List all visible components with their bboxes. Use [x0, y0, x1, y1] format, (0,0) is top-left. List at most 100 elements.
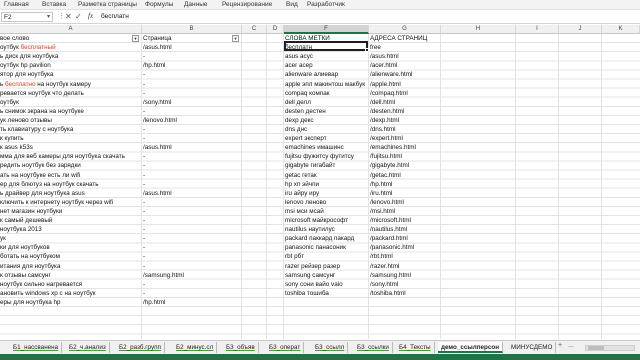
page-cell[interactable]: - — [143, 171, 240, 180]
page-address-cell[interactable]: /razer.html — [370, 262, 435, 271]
page-cell[interactable]: - — [143, 262, 240, 271]
keyword-cell[interactable]: ь бесплатно на ноутбук камеру — [0, 80, 140, 89]
header-page[interactable]: Страница — [143, 34, 240, 43]
tag-words-cell[interactable]: getac гетак — [285, 171, 367, 180]
page-address-cell[interactable]: /asus.html — [370, 52, 435, 61]
keyword-cell[interactable]: редить ноутбук без зарядки — [0, 161, 140, 170]
tag-words-cell[interactable]: lenovo леново — [285, 198, 367, 207]
page-cell[interactable]: - — [143, 280, 240, 289]
page-address-cell[interactable]: /samsung.html — [370, 271, 435, 280]
tag-words-cell[interactable]: gigabyte гигабайт — [285, 161, 367, 170]
page-address-cell[interactable]: free — [370, 43, 435, 52]
keyword-cell[interactable]: еры для ноутбука hp — [0, 298, 140, 307]
tag-words-cell[interactable]: hp хп эйчпи — [285, 180, 367, 189]
tag-words-cell[interactable]: desten дестен — [285, 107, 367, 116]
header-page-addresses[interactable]: АДРЕСА СТРАНИЦ — [370, 34, 435, 43]
page-address-cell[interactable]: /acer.html — [370, 61, 435, 70]
tag-words-cell[interactable]: nautilus наутилус — [285, 225, 367, 234]
page-address-cell[interactable]: /microsoft.html — [370, 216, 435, 225]
keyword-cell[interactable]: мма для веб камеры для ноутбука скачать — [0, 152, 140, 161]
column-header-h[interactable]: H — [441, 25, 516, 34]
tag-words-cell[interactable]: dell делл — [285, 98, 367, 107]
tag-words-cell[interactable]: razer рейзер разер — [285, 262, 367, 271]
horizontal-scrollbar[interactable] — [585, 345, 635, 351]
page-cell[interactable]: - — [143, 152, 240, 161]
keyword-cell[interactable]: ать на ноутбуке есть ли wifi — [0, 171, 140, 180]
tag-words-cell[interactable]: microsoft майкрософт — [285, 216, 367, 225]
column-header-j[interactable]: J — [559, 25, 602, 34]
keyword-cell[interactable]: ер для блютуз на ноутбук скачать — [0, 180, 140, 189]
tag-words-cell[interactable]: acer асер — [285, 61, 367, 70]
page-cell[interactable]: - — [143, 107, 240, 116]
page-cell[interactable]: - — [143, 89, 240, 98]
sheet-tab[interactable]: Б1_нассванена — [10, 342, 63, 353]
page-cell[interactable]: - — [143, 70, 240, 79]
tag-words-cell[interactable]: compaq компак — [285, 89, 367, 98]
page-address-cell[interactable]: /dexp.html — [370, 116, 435, 125]
page-address-cell[interactable]: /getac.html — [370, 171, 435, 180]
keyword-cell[interactable]: ноутбука 2013 — [0, 225, 140, 234]
add-sheet-icon[interactable]: + — [558, 342, 562, 349]
page-cell[interactable]: - — [143, 234, 240, 243]
tag-words-cell[interactable]: emachines имашинс — [285, 143, 367, 152]
keyword-cell[interactable]: ключить к интернету ноутбук через wifi — [0, 198, 140, 207]
filter-dropdown-icon[interactable]: ▾ — [132, 35, 139, 42]
tab-review[interactable]: Рецензирование — [222, 1, 272, 8]
page-cell[interactable]: - — [143, 180, 240, 189]
fill-handle[interactable] — [365, 48, 369, 52]
page-cell[interactable]: /samsung.html — [143, 271, 240, 280]
page-address-cell[interactable]: /sony.html — [370, 280, 435, 289]
page-cell[interactable]: /asus.html — [143, 43, 240, 52]
sheet-tab[interactable]: Б4_Тексты — [396, 342, 435, 353]
page-address-cell[interactable]: /apple.html — [370, 80, 435, 89]
tab-data[interactable]: Данные — [184, 1, 207, 8]
tag-words-cell[interactable]: panasonic панасоник — [285, 243, 367, 252]
tab-home[interactable]: Главная — [4, 1, 29, 8]
tag-words-cell[interactable]: dexp декс — [285, 116, 367, 125]
keyword-cell[interactable]: ук — [0, 234, 140, 243]
keyword-cell[interactable]: к купить — [0, 134, 140, 143]
column-header-k[interactable]: K — [602, 25, 640, 34]
column-header-f[interactable]: F — [284, 25, 369, 34]
page-address-cell[interactable]: /packard.html — [370, 234, 435, 243]
keyword-cell[interactable]: нет магазин ноутбуки — [0, 207, 140, 216]
filter-dropdown-icon[interactable]: ▾ — [232, 35, 239, 42]
keyword-cell[interactable]: к самый дешевый — [0, 216, 140, 225]
page-address-cell[interactable]: /lenovo.html — [370, 198, 435, 207]
page-cell[interactable]: /hp.html — [143, 298, 240, 307]
page-cell[interactable]: - — [143, 207, 240, 216]
keyword-cell[interactable]: ь диск для ноутбука — [0, 52, 140, 61]
cancel-icon[interactable]: ✕ — [65, 11, 72, 22]
keyword-cell[interactable]: к asus k53s — [0, 143, 140, 152]
page-address-cell[interactable]: /rbt.html — [370, 252, 435, 261]
column-header-g[interactable]: G — [369, 25, 441, 34]
insert-function-icon[interactable]: fx — [88, 12, 93, 20]
page-address-cell[interactable]: /hp.html — [370, 180, 435, 189]
sheet-tab[interactable]: Б3_операт — [266, 342, 305, 353]
keyword-cell[interactable]: ь драйвер для ноутбука asus — [0, 189, 140, 198]
scrollbar-thumb[interactable] — [588, 346, 604, 350]
page-cell[interactable]: - — [143, 216, 240, 225]
formula-input[interactable]: бесплатн — [101, 13, 129, 20]
tab-developer[interactable]: Разработчик — [307, 1, 345, 8]
column-header-a[interactable]: A — [0, 25, 142, 34]
tag-words-cell[interactable]: samsung самсунг — [285, 271, 367, 280]
page-cell[interactable]: /sony.html — [143, 98, 240, 107]
keyword-cell[interactable]: ть клавиатуру с ноутбука — [0, 125, 140, 134]
sheet-tab[interactable]: Б2_разб.групп — [116, 342, 165, 353]
page-address-cell[interactable]: /emachines.html — [370, 143, 435, 152]
keyword-cell[interactable]: ятор для ноутбука — [0, 70, 140, 79]
sheet-tab[interactable]: МИНУСДЕМО — [508, 342, 557, 353]
page-cell[interactable]: - — [143, 125, 240, 134]
page-address-cell[interactable]: /dns.html — [370, 125, 435, 134]
keyword-cell[interactable]: ревается ноутбук что делать — [0, 89, 140, 98]
keyword-cell[interactable]: оутбук бесплатный — [0, 43, 140, 52]
column-header-b[interactable]: B — [142, 25, 242, 34]
sheet-tab[interactable]: Б2_ч.анализ — [66, 342, 110, 353]
tag-words-cell[interactable]: asus асус — [285, 52, 367, 61]
page-address-cell[interactable]: /msi.html — [370, 207, 435, 216]
tab-formulas[interactable]: Формулы — [145, 1, 173, 8]
column-header-c[interactable]: C — [242, 25, 267, 34]
keyword-cell[interactable]: оутбук hp pavilion — [0, 61, 140, 70]
tag-words-cell[interactable]: iru айру иру — [285, 189, 367, 198]
